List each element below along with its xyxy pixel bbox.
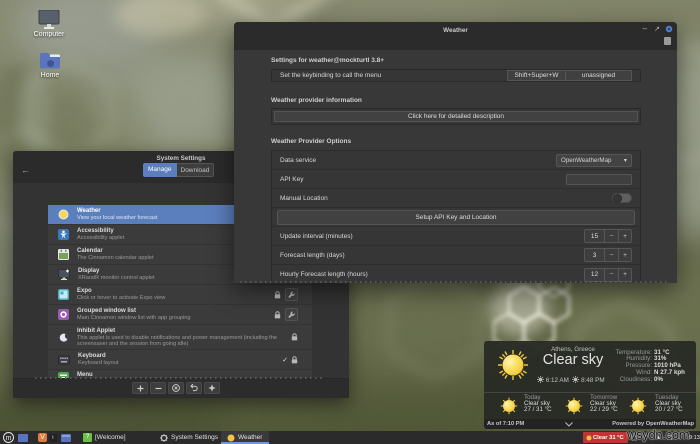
svg-text:m: m <box>6 435 12 442</box>
